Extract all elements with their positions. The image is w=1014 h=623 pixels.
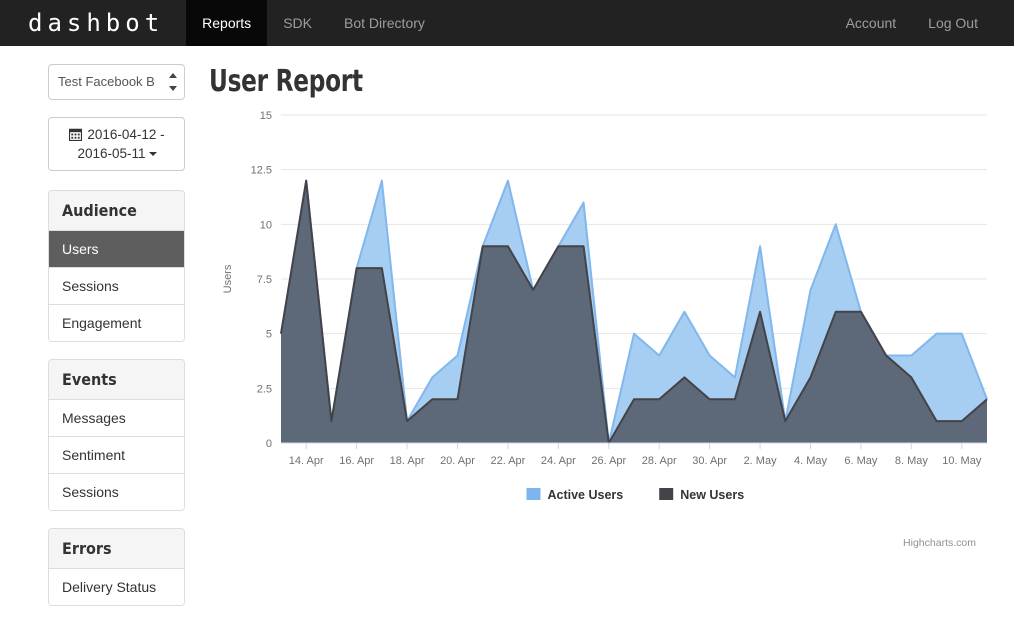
y-axis-tick-label: 12.5	[251, 165, 272, 177]
x-axis-tick-label: 4. May	[794, 455, 828, 467]
bot-select-value[interactable]: Test Facebook B	[48, 64, 185, 100]
legend-label: Active Users	[547, 488, 623, 502]
x-axis-tick-label: 28. Apr	[642, 455, 677, 467]
date-range-line2: 2016-05-11	[77, 146, 146, 161]
x-axis-tick-label: 14. Apr	[289, 455, 324, 467]
nav-link-reports[interactable]: Reports	[186, 0, 268, 46]
y-axis-title: Users	[222, 264, 234, 293]
y-axis-tick-label: 2.5	[257, 383, 272, 395]
panel-title-errors: Errors	[49, 529, 184, 569]
sidebar-item-messages[interactable]: Messages	[49, 400, 184, 437]
sidebar-item-sessions[interactable]: Sessions	[49, 268, 184, 305]
calendar-icon	[69, 127, 83, 142]
sidebar-item-users[interactable]: Users	[49, 231, 184, 268]
x-axis-tick-label: 16. Apr	[339, 455, 374, 467]
legend-item-new-users[interactable]: New Users	[659, 488, 744, 502]
panel-audience: Audience Users Sessions Engagement	[48, 190, 185, 342]
x-axis-tick-label: 6. May	[844, 455, 878, 467]
date-range-line1: 2016-04-12 -	[87, 127, 165, 142]
y-axis-tick-label: 7.5	[257, 274, 272, 286]
page-title: User Report	[209, 64, 363, 99]
secondary-nav: Account Log Out	[830, 0, 1014, 46]
y-axis-tick-label: 10	[260, 219, 272, 231]
x-axis-tick-label: 10. May	[942, 455, 982, 467]
nav-link-log-out[interactable]: Log Out	[912, 0, 994, 46]
user-report-chart: 0 2.5 5 7.5 10 12.5 15 Users 14. Apr 16. Apr 18. A…	[209, 105, 1009, 565]
panel-events: Events Messages Sentiment Sessions	[48, 359, 185, 511]
nav-link-sdk[interactable]: SDK	[267, 0, 328, 46]
x-axis-tick-label: 2. May	[744, 455, 778, 467]
y-axis-tick-label: 5	[266, 329, 272, 341]
sidebar-item-delivery-status[interactable]: Delivery Status	[49, 569, 184, 605]
panel-errors: Errors Delivery Status	[48, 528, 185, 606]
x-axis-tick-label: 18. Apr	[390, 455, 425, 467]
x-axis-tick-label: 20. Apr	[440, 455, 475, 467]
x-axis-tick-label: 24. Apr	[541, 455, 576, 467]
legend-label: New Users	[680, 488, 744, 502]
sidebar: Test Facebook B 2016-04-12 - 2016-05-11 …	[0, 46, 195, 623]
date-range-picker[interactable]: 2016-04-12 - 2016-05-11	[48, 117, 185, 171]
page-body: Test Facebook B 2016-04-12 - 2016-05-11 …	[0, 46, 1014, 623]
nav-link-account[interactable]: Account	[830, 0, 913, 46]
top-navbar: dashbot Reports SDK Bot Directory Accoun…	[0, 0, 1014, 46]
x-axis-tick-label: 8. May	[895, 455, 929, 467]
y-axis-tick-label: 0	[266, 438, 272, 450]
nav-link-bot-directory[interactable]: Bot Directory	[328, 0, 441, 46]
chevron-down-icon	[148, 152, 157, 156]
panel-title-events: Events	[49, 360, 184, 400]
highcharts-credit: Highcharts.com	[903, 537, 976, 549]
primary-nav: Reports SDK Bot Directory	[186, 0, 441, 46]
brand-logo[interactable]: dashbot	[0, 0, 186, 46]
panel-title-audience: Audience	[49, 191, 184, 231]
x-axis-tick-label: 22. Apr	[490, 455, 525, 467]
x-axis-tick-label: 26. Apr	[591, 455, 626, 467]
sidebar-item-events-sessions[interactable]: Sessions	[49, 474, 184, 510]
sidebar-item-engagement[interactable]: Engagement	[49, 305, 184, 341]
main-content: User Report 0 2.5 5 7.5 10 12.5 15 Users 14. Apr…	[195, 46, 1014, 623]
bot-selector[interactable]: Test Facebook B	[48, 64, 185, 100]
x-axis-tick-label: 30. Apr	[692, 455, 727, 467]
sidebar-item-sentiment[interactable]: Sentiment	[49, 437, 184, 474]
y-axis-tick-label: 15	[260, 110, 272, 122]
legend-item-active-users[interactable]: Active Users	[526, 488, 623, 502]
chart-canvas: 0 2.5 5 7.5 10 12.5 15 Users 14. Apr 16. Apr 18. A…	[222, 110, 988, 502]
